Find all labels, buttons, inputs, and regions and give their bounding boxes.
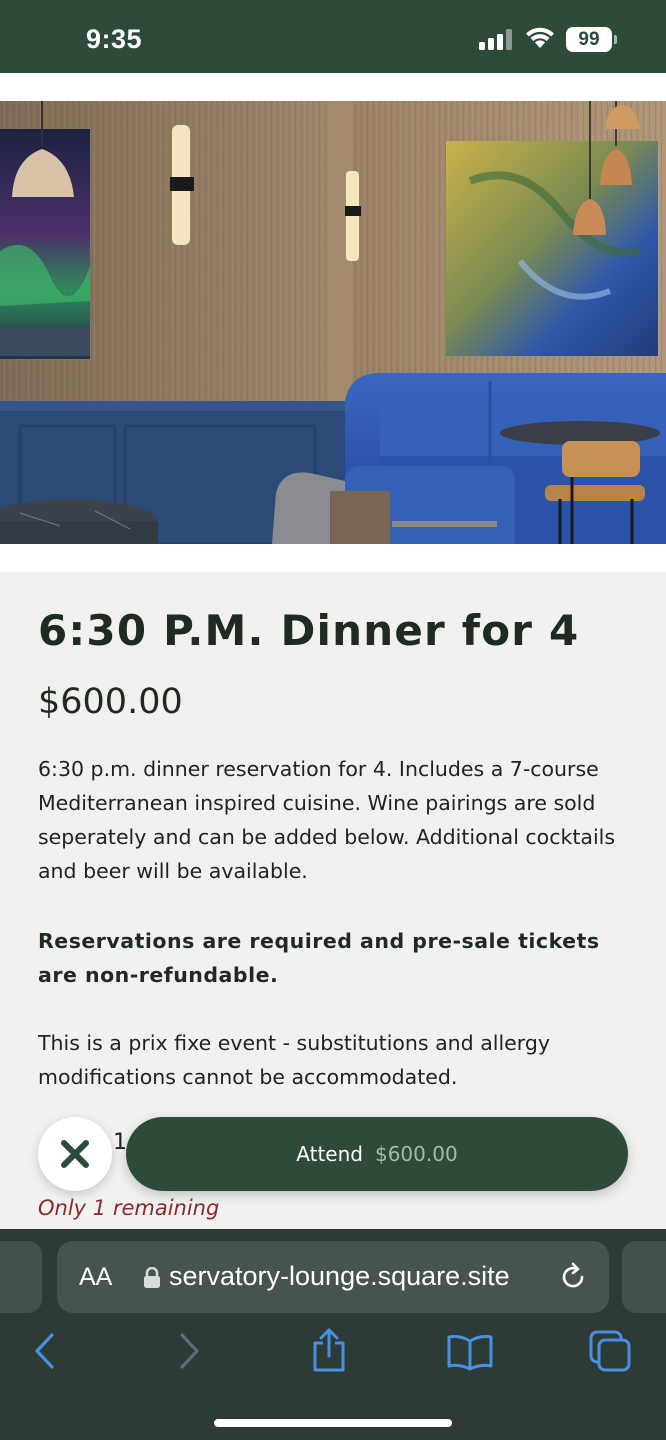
bookmarks-icon[interactable] bbox=[446, 1333, 494, 1371]
text-size-label: AA bbox=[79, 1263, 113, 1291]
remaining-count: Only 1 remaining bbox=[38, 1196, 220, 1220]
battery-icon: 99 bbox=[566, 27, 617, 52]
forward-icon[interactable] bbox=[176, 1331, 202, 1371]
event-title: 6:30 P.M. Dinner for 4 bbox=[38, 606, 580, 655]
event-details: 6:30 P.M. Dinner for 4 $600.00 6:30 p.m.… bbox=[0, 572, 666, 1229]
signal-icon bbox=[479, 28, 515, 50]
tabs-icon[interactable] bbox=[588, 1329, 634, 1373]
previous-tab-preview[interactable] bbox=[0, 1241, 42, 1313]
attend-price: $600.00 bbox=[374, 1142, 458, 1166]
url-text[interactable]: servatory-lounge.square.site bbox=[169, 1261, 549, 1292]
home-indicator[interactable] bbox=[214, 1419, 452, 1427]
wifi-icon bbox=[526, 27, 554, 48]
text-size-button[interactable]: AA bbox=[79, 1263, 112, 1292]
next-tab-preview[interactable] bbox=[622, 1241, 666, 1313]
back-icon[interactable] bbox=[32, 1331, 58, 1371]
share-icon[interactable] bbox=[310, 1327, 348, 1373]
attend-label: Attend bbox=[296, 1142, 363, 1166]
status-bar: 9:35 99 bbox=[0, 0, 666, 73]
status-time: 9:35 bbox=[86, 24, 143, 54]
allergy-policy: This is a prix fixe event - substitution… bbox=[38, 1031, 550, 1089]
ticket-quantity[interactable]: 1 bbox=[113, 1130, 127, 1155]
browser-toolbar: AA servatory-lounge.square.site bbox=[0, 1229, 666, 1440]
close-button[interactable] bbox=[38, 1117, 112, 1191]
attend-button[interactable]: Attend $600.00 bbox=[126, 1117, 628, 1191]
refund-notice: Reservations are required and pre-sale t… bbox=[38, 929, 600, 987]
event-price: $600.00 bbox=[38, 682, 183, 722]
event-description: 6:30 p.m. dinner reservation for 4. Incl… bbox=[38, 757, 616, 883]
close-icon bbox=[61, 1140, 89, 1168]
lock-icon bbox=[144, 1267, 160, 1288]
restaurant-interior-photo bbox=[0, 101, 666, 544]
reload-icon[interactable] bbox=[557, 1261, 589, 1293]
address-bar[interactable]: AA servatory-lounge.square.site bbox=[57, 1241, 609, 1313]
